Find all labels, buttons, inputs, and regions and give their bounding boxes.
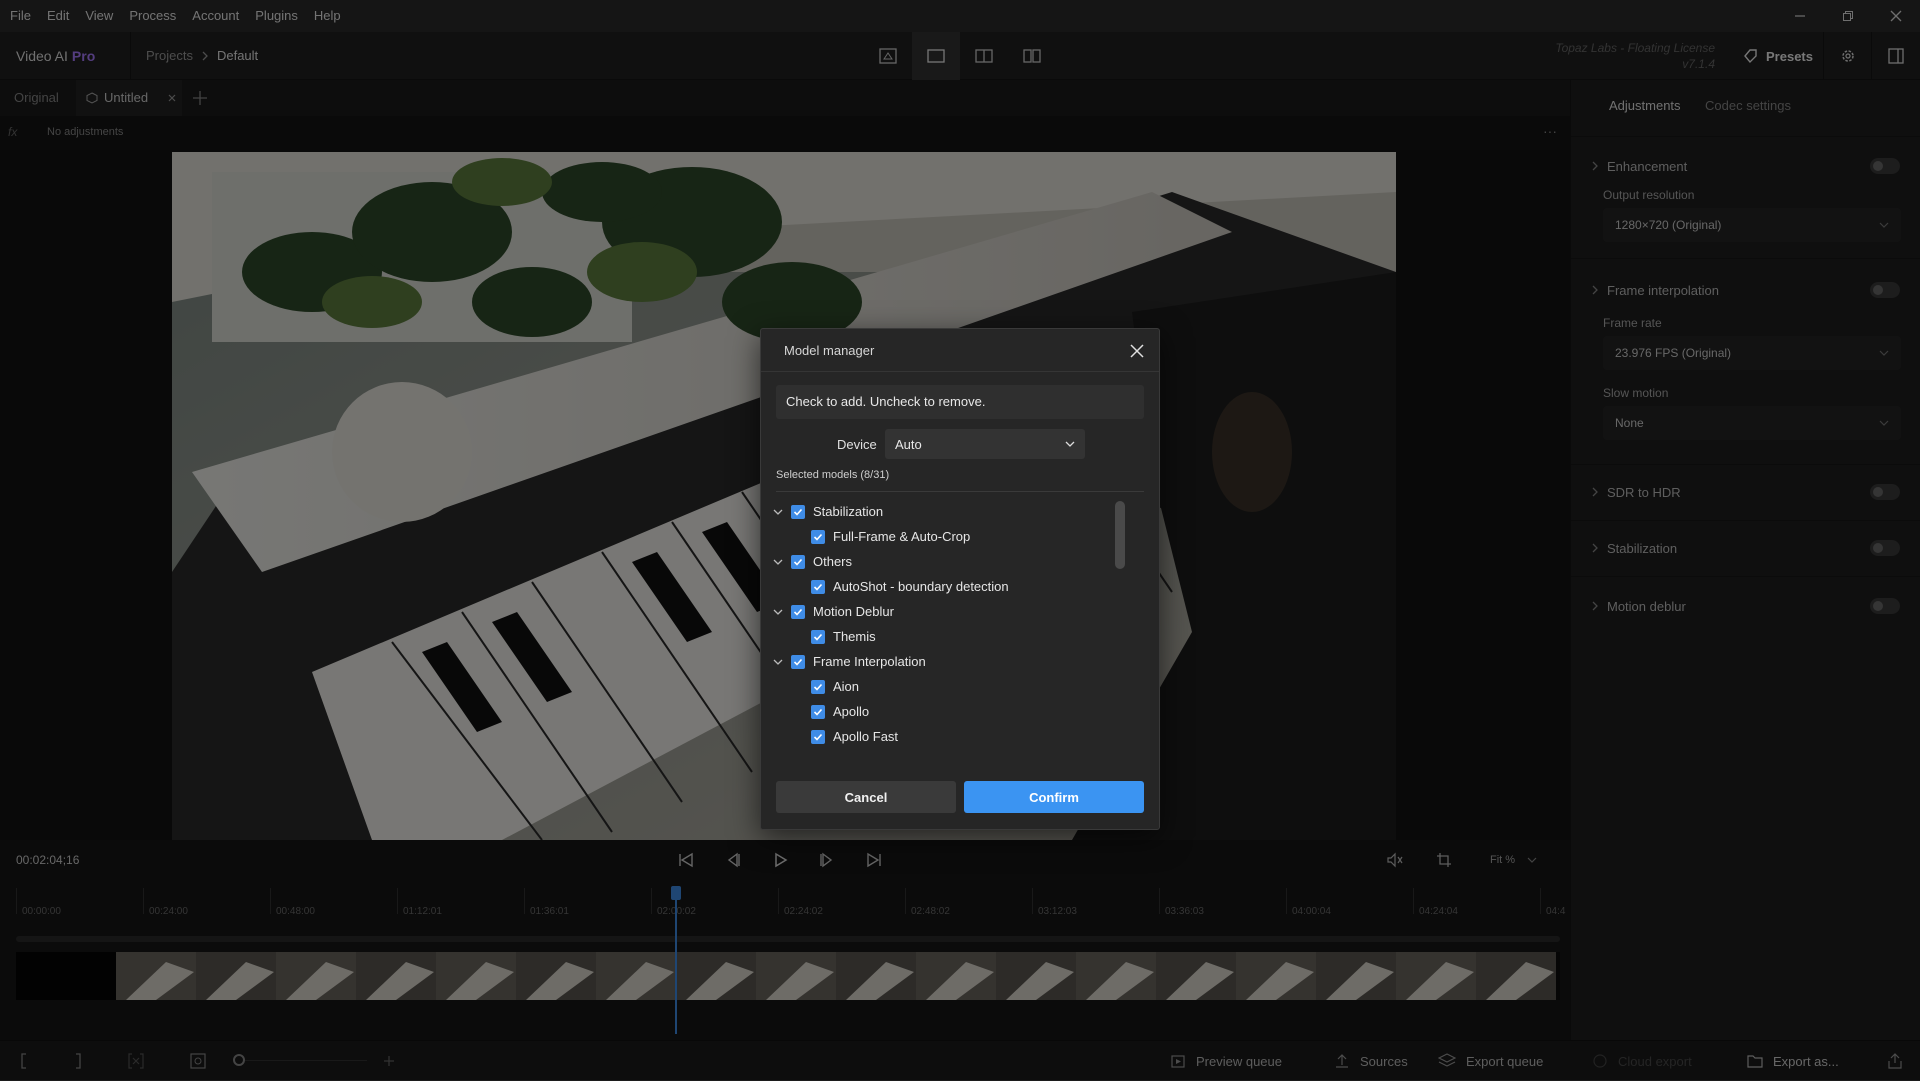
chevron-down-icon[interactable] bbox=[773, 659, 783, 665]
checkbox[interactable] bbox=[791, 554, 805, 569]
dialog-close-button[interactable] bbox=[1125, 339, 1149, 363]
checkmark-icon bbox=[813, 583, 823, 591]
model-tree: Stabilization Full-Frame & Auto-Crop Other… bbox=[773, 499, 1113, 749]
model-item-row[interactable]: Apollo Fast bbox=[811, 724, 898, 749]
checkbox[interactable] bbox=[811, 629, 825, 644]
confirm-button[interactable]: Confirm bbox=[964, 781, 1144, 813]
checkbox[interactable] bbox=[791, 504, 805, 519]
dialog-title: Model manager bbox=[784, 343, 875, 358]
model-item-label: AutoShot - boundary detection bbox=[833, 579, 1009, 594]
model-item-label: Full-Frame & Auto-Crop bbox=[833, 529, 971, 544]
checkbox[interactable] bbox=[811, 704, 825, 719]
model-item-row[interactable]: AutoShot - boundary detection bbox=[811, 574, 1009, 599]
model-item-row[interactable]: Aion bbox=[811, 674, 859, 699]
device-value: Auto bbox=[895, 436, 922, 452]
checkbox[interactable] bbox=[791, 654, 805, 669]
checkbox[interactable] bbox=[791, 604, 805, 619]
model-group-label: Others bbox=[813, 554, 853, 569]
checkbox[interactable] bbox=[811, 679, 825, 694]
close-icon bbox=[1130, 344, 1144, 358]
model-item-label: Apollo bbox=[833, 704, 870, 719]
tree-scrollbar[interactable] bbox=[1115, 501, 1125, 569]
chevron-down-icon[interactable] bbox=[773, 509, 783, 515]
model-group-row[interactable]: Stabilization bbox=[773, 499, 883, 524]
device-select[interactable]: Auto bbox=[885, 429, 1085, 459]
checkbox[interactable] bbox=[811, 529, 825, 544]
selected-models-count: Selected models (8/31) bbox=[776, 469, 890, 481]
chevron-down-icon bbox=[1065, 441, 1075, 447]
checkbox[interactable] bbox=[811, 579, 825, 594]
checkmark-icon bbox=[793, 608, 803, 616]
checkmark-icon bbox=[813, 533, 823, 541]
checkbox[interactable] bbox=[811, 729, 825, 744]
model-group-label: Frame Interpolation bbox=[813, 654, 926, 669]
checkmark-icon bbox=[813, 733, 823, 741]
chevron-down-icon[interactable] bbox=[773, 559, 783, 565]
checkmark-icon bbox=[793, 558, 803, 566]
model-item-label: Themis bbox=[833, 629, 876, 644]
chevron-down-icon[interactable] bbox=[773, 609, 783, 615]
model-item-row[interactable]: Themis bbox=[811, 624, 876, 649]
checkmark-icon bbox=[813, 683, 823, 691]
model-group-row[interactable]: Others bbox=[773, 549, 852, 574]
model-group-label: Motion Deblur bbox=[813, 604, 894, 619]
checkmark-icon bbox=[813, 633, 823, 641]
cancel-button[interactable]: Cancel bbox=[776, 781, 956, 813]
model-item-row[interactable]: Full-Frame & Auto-Crop bbox=[811, 524, 970, 549]
model-manager-dialog: Model manager Check to add. Uncheck to r… bbox=[760, 328, 1160, 830]
checkmark-icon bbox=[793, 508, 803, 516]
checkmark-icon bbox=[813, 708, 823, 716]
model-group-label: Stabilization bbox=[813, 504, 884, 519]
model-group-row[interactable]: Frame Interpolation bbox=[773, 649, 926, 674]
checkmark-icon bbox=[793, 658, 803, 666]
model-item-row[interactable]: Apollo bbox=[811, 699, 869, 724]
model-group-row[interactable]: Motion Deblur bbox=[773, 599, 894, 624]
dialog-instructions: Check to add. Uncheck to remove. bbox=[776, 385, 1144, 419]
model-item-label: Aion bbox=[833, 679, 860, 694]
model-item-label: Apollo Fast bbox=[833, 729, 899, 744]
device-label: Device bbox=[837, 437, 877, 452]
